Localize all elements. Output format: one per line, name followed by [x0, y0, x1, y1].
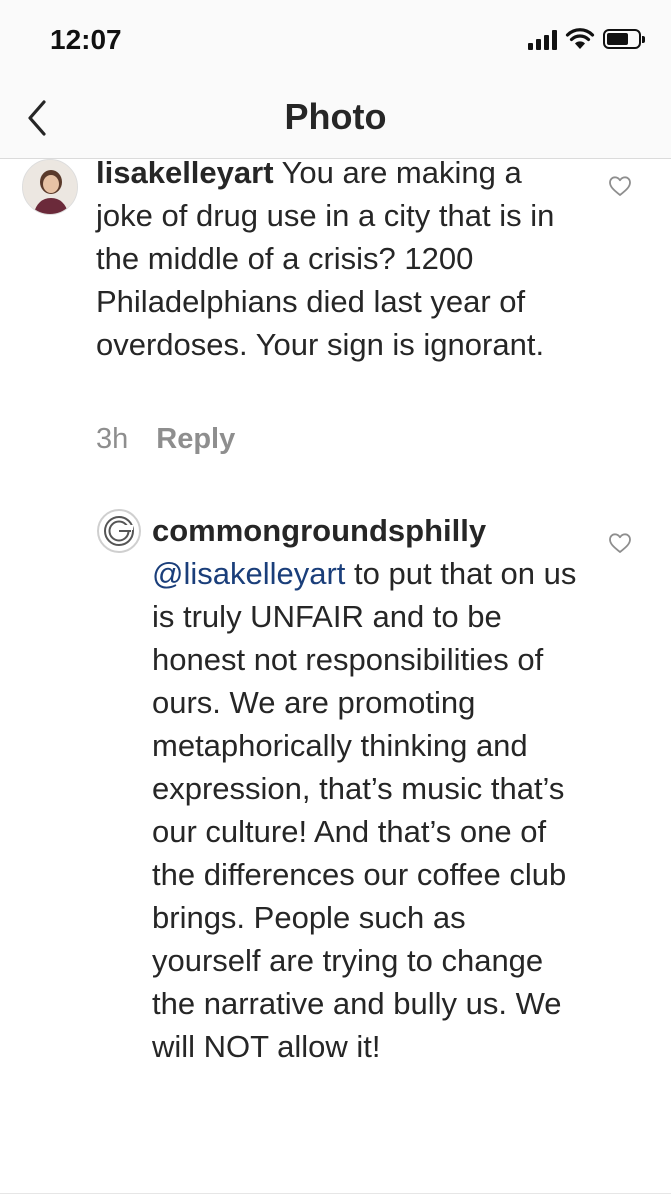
status-time: 12:07: [50, 24, 122, 55]
heart-outline-icon[interactable]: [608, 532, 632, 554]
heart-outline-icon[interactable]: [608, 175, 632, 197]
comment-time: 3h: [96, 423, 129, 455]
comment-username[interactable]: commongroundsphilly: [152, 513, 486, 548]
comment-body: commongroundsphilly @lisakelleyart to pu…: [152, 509, 582, 1068]
avatar[interactable]: [97, 509, 141, 553]
avatar[interactable]: [22, 159, 78, 215]
reply-button[interactable]: Reply: [156, 423, 235, 455]
status-bar: 12:07: [0, 0, 671, 80]
wifi-icon: [565, 28, 595, 49]
comment-text: to put that on us is truly UNFAIR and to…: [152, 556, 577, 1064]
nav-bar: Photo: [0, 80, 671, 159]
signal-icon: [528, 28, 557, 50]
comments-list[interactable]: lisakelleyart You are making a joke of d…: [0, 159, 671, 1200]
battery-icon: [603, 29, 645, 49]
comment-username[interactable]: lisakelleyart: [96, 159, 274, 190]
page-title: Photo: [284, 96, 387, 137]
comment-meta: 3h Reply: [96, 423, 235, 456]
status-icons: [528, 28, 645, 50]
comment-body: lisakelleyart You are making a joke of d…: [96, 159, 576, 366]
divider: [0, 1193, 671, 1194]
comment-mention[interactable]: @lisakelleyart: [152, 556, 345, 591]
